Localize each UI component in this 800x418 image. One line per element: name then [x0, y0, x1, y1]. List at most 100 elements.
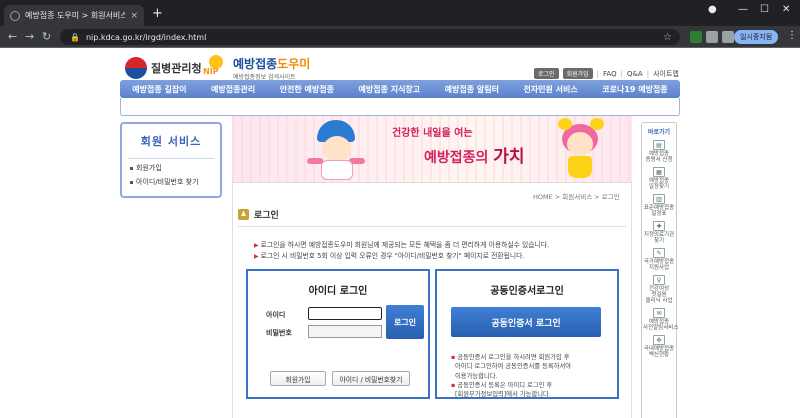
account-indicator-icon: ● — [708, 4, 717, 15]
browser-tab[interactable]: 예방접종 도우미 > 회원서비스 > ... × — [4, 5, 144, 26]
page-title: ♟ 로그인 — [238, 208, 279, 221]
find-account-button[interactable]: 아이디 / 비밀번호찾기 — [332, 371, 410, 386]
cert-login-box: 공동인증서로그인 공동인증서 로그인 ▪ 공동인증서 로그인을 하시려면 회원가… — [435, 269, 619, 399]
quick-women-clinic[interactable]: ♀ 건강여성 첫걸음 클리닉 사업 — [643, 275, 675, 304]
login-content: HOME > 회원서비스 > 로그인 ♟ 로그인 ▶ 로그인을 하시면 예방접종도… — [232, 182, 632, 418]
banner-slogan-b: 가치 — [493, 147, 525, 167]
quick-label: 국가예방접종 지원사업 — [643, 259, 675, 271]
banner-slogan-line1: 건강한 내일을 여는 — [392, 128, 473, 139]
cert-login-button[interactable]: 공동인증서 로그인 — [451, 307, 601, 337]
lock-icon: 🔒 — [70, 32, 80, 42]
notice-1: 로그인을 하시면 예방접종도우미 회원님께 제공되는 모든 혜택을 좀 더 편리… — [260, 241, 550, 249]
main-navigation: 예방접종 길잡이 예방접종관리 안전한 예방접종 예방접종 지식창고 예방접종 … — [120, 80, 680, 98]
gnb-management[interactable]: 예방접종관리 — [211, 84, 255, 95]
quick-standard-table[interactable]: ▥ 표준예방접종 일정표 — [643, 194, 675, 217]
quick-vaccine-status[interactable]: ✜ 국내예방접종 백신현황 — [643, 335, 675, 358]
web-page: 질병관리청 NIP 예방접종도우미 예방접종정보 검색사이트 로그인 회원가입 … — [0, 48, 800, 418]
tab-close-icon[interactable]: × — [130, 11, 138, 21]
gnb-civil-service[interactable]: 전자민원 서비스 — [523, 84, 577, 95]
quick-alert[interactable]: ✉ 예방접종 사전알림서비스 — [643, 308, 679, 331]
separator: | — [646, 69, 650, 78]
site-title: 예방접종도우미 — [233, 55, 310, 72]
extension-puzzle-icon[interactable] — [706, 31, 718, 43]
bullet-icon — [130, 166, 133, 170]
bookmark-star-icon[interactable]: ☆ — [663, 32, 672, 43]
quick-hospitals[interactable]: ✚ 지정의료기관 찾기 — [643, 221, 675, 244]
quick-label: 예방접종 증명서 신청 — [645, 151, 673, 163]
cert-note: 공동인증서 등록은 아이디 로그인 후 — [457, 381, 553, 389]
divider — [128, 158, 214, 159]
side-menu: 회원 서비스 회원가입 아이디/비밀번호 찾기 — [120, 122, 222, 198]
extension-green-icon[interactable] — [690, 31, 702, 43]
close-window-button[interactable]: ✕ — [782, 4, 790, 15]
page-title-text: 로그인 — [254, 211, 279, 221]
banner-slogan-a: 예방접종의 — [424, 150, 489, 166]
document-icon: ▤ — [653, 140, 665, 150]
url-text: nip.kdca.go.kr/irgd/index.html — [85, 32, 207, 42]
hospital-icon: ✚ — [653, 221, 665, 231]
clinic-icon: ♀ — [653, 275, 665, 285]
reload-button[interactable]: ↻ — [42, 30, 51, 43]
side-menu-find-account[interactable]: 아이디/비밀번호 찾기 — [130, 177, 214, 187]
faq-link[interactable]: FAQ — [603, 70, 617, 78]
calendar-icon: ▦ — [653, 167, 665, 177]
back-button[interactable]: ← — [8, 30, 17, 43]
kdca-logo[interactable]: 질병관리청 — [125, 57, 202, 79]
profile-paused-button[interactable]: 일시중지됨 — [734, 30, 779, 44]
browser-tabbar: 예방접종 도우미 > 회원서비스 > ... × + ● — ☐ ✕ — [0, 0, 800, 26]
id-input[interactable] — [308, 307, 382, 320]
minimize-button[interactable]: — — [738, 4, 748, 15]
quick-certificate[interactable]: ▤ 예방접종 증명서 신청 — [643, 140, 675, 163]
quick-support[interactable]: ✎ 국가예방접종 지원사업 — [643, 248, 675, 271]
side-menu-find-label: 아이디/비밀번호 찾기 — [136, 178, 199, 186]
site-title-b: 도우미 — [277, 57, 311, 71]
side-menu-title: 회원 서비스 — [140, 135, 202, 148]
cert-note: 아이디 로그인하여 공동인증서를 등록하셔야 — [455, 363, 572, 371]
user-icon: ♟ — [238, 209, 249, 220]
cert-login-notes: ▪ 공동인증서 로그인을 하시려면 회원가입 후 아이디 로그인하여 공동인증서… — [451, 353, 571, 399]
password-input[interactable] — [308, 325, 382, 338]
boy-character-icon — [307, 118, 365, 182]
join-button[interactable]: 회원가입 — [270, 371, 326, 386]
extension-grey-icon[interactable] — [722, 31, 734, 43]
id-login-box: 아이디 로그인 아이디 비밀번호 로그인 회원가입 아이디 / 비밀번호찾기 — [246, 269, 430, 399]
top-join-button[interactable]: 회원가입 — [562, 68, 593, 79]
login-notice: ▶ 로그인을 하시면 예방접종도우미 회원님께 제공되는 모든 혜택을 좀 더 편… — [254, 240, 549, 262]
bullet-icon: ▪ — [451, 354, 456, 361]
nip-mark: NIP — [203, 67, 219, 76]
browser-toolbar: ← → ↻ 🔒 nip.kdca.go.kr/irgd/index.html ☆… — [0, 26, 800, 48]
gnb-notice[interactable]: 예방접종 알림터 — [445, 84, 499, 95]
cert-note: 공동인증서 로그인을 하시려면 회원가입 후 — [457, 354, 570, 361]
side-menu-join-label: 회원가입 — [136, 164, 162, 172]
maximize-button[interactable]: ☐ — [760, 4, 769, 15]
nip-logo-icon: NIP — [203, 55, 229, 79]
gnb-guide[interactable]: 예방접종 길잡이 — [132, 84, 186, 95]
bell-icon: ✉ — [653, 308, 665, 318]
login-button[interactable]: 로그인 — [386, 305, 424, 339]
gnb-knowledge[interactable]: 예방접종 지식창고 — [358, 84, 420, 95]
agency-name: 질병관리청 — [151, 62, 202, 75]
top-login-button[interactable]: 로그인 — [534, 68, 559, 79]
kdca-emblem-icon — [125, 57, 147, 79]
quick-schedule[interactable]: ▦ 예방접종 일정찾기 — [643, 167, 675, 190]
notice-2: 로그인 시 비밀번호 5회 이상 입력 오류인 경우 "아이디/비밀번호 찾기"… — [260, 252, 525, 260]
new-tab-button[interactable]: + — [152, 6, 163, 21]
sitemap-link[interactable]: 사이트맵 — [653, 69, 679, 79]
browser-menu-icon[interactable]: ⋮ — [787, 30, 797, 41]
girl-character-icon — [550, 118, 610, 182]
separator: | — [596, 69, 600, 78]
gnb-safe[interactable]: 안전한 예방접종 — [280, 84, 334, 95]
cert-note: [회원부가정보입력]에서 가능합니다. — [455, 391, 551, 399]
forward-button[interactable]: → — [25, 30, 34, 43]
qna-link[interactable]: Q&A — [627, 70, 643, 78]
quick-label: 지정의료기관 찾기 — [643, 232, 675, 244]
vaccination-banner: 건강한 내일을 여는 예방접종의 가치 — [232, 116, 632, 184]
password-label: 비밀번호 — [266, 329, 292, 337]
cert-note: 이용가능합니다. — [455, 372, 498, 380]
quick-label: 예방접종 일정찾기 — [648, 178, 670, 190]
address-bar[interactable]: 🔒 nip.kdca.go.kr/irgd/index.html ☆ — [60, 29, 680, 45]
gnb-covid19[interactable]: 코로나19 예방접종 — [602, 84, 667, 95]
quick-label: 건강여성 첫걸음 클리닉 사업 — [645, 286, 673, 304]
quick-label: 예방접종 사전알림서비스 — [643, 319, 679, 331]
side-menu-join[interactable]: 회원가입 — [130, 163, 214, 173]
